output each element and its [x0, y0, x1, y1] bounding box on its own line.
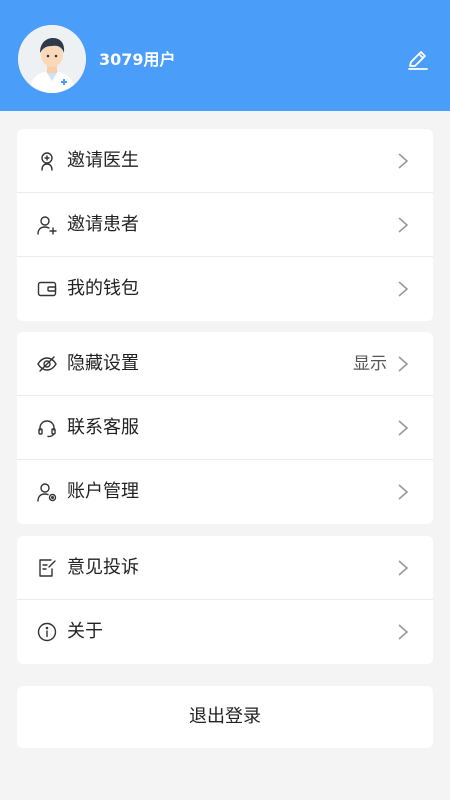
logout-button[interactable]: 退出登录	[17, 686, 433, 748]
menu-item-label: 隐藏设置	[67, 353, 139, 374]
username: 3079用户	[99, 50, 176, 69]
menu-item-label: 账户管理	[67, 481, 139, 502]
info-icon	[37, 622, 57, 642]
user-settings-icon	[37, 483, 57, 502]
feedback-icon	[39, 559, 56, 577]
profile-header: 3079用户	[0, 0, 450, 111]
wallet-icon	[37, 281, 57, 297]
logout-label: 退出登录	[189, 706, 261, 727]
chevron-right-icon	[398, 624, 409, 640]
menu-item-label: 关于	[67, 621, 103, 642]
doctor-icon	[41, 152, 53, 171]
menu-item-account-management[interactable]: 账户管理	[17, 460, 433, 524]
visibility-status: 显示	[353, 354, 387, 374]
avatar[interactable]	[18, 25, 86, 93]
menu-group-2: 隐藏设置 显示 联系客服 账户管理	[17, 332, 433, 524]
menu-group-1: 邀请医生 邀请患者 我的钱包	[17, 129, 433, 321]
menu-group-3: 意见投诉 关于	[17, 536, 433, 664]
doctor-avatar-icon	[18, 25, 86, 93]
chevron-right-icon	[398, 560, 409, 576]
menu-item-label: 意见投诉	[67, 557, 139, 578]
headset-icon	[38, 420, 56, 438]
menu-item-about[interactable]: 关于	[17, 600, 433, 664]
menu-item-label: 我的钱包	[67, 278, 139, 299]
chevron-right-icon	[398, 153, 409, 169]
chevron-right-icon	[398, 356, 409, 372]
chevron-right-icon	[398, 217, 409, 233]
menu-item-label: 邀请患者	[67, 214, 139, 235]
menu-item-label: 邀请医生	[67, 150, 139, 171]
eye-off-icon	[37, 356, 57, 372]
menu-item-contact-support[interactable]: 联系客服	[17, 396, 433, 460]
menu-item-label: 联系客服	[67, 417, 139, 438]
user-plus-icon	[37, 216, 57, 235]
chevron-right-icon	[398, 484, 409, 500]
menu-item-feedback[interactable]: 意见投诉	[17, 536, 433, 600]
menu-item-invite-patient[interactable]: 邀请患者	[17, 193, 433, 257]
chevron-right-icon	[398, 420, 409, 436]
menu-item-invite-doctor[interactable]: 邀请医生	[17, 129, 433, 193]
pencil-icon[interactable]	[406, 48, 430, 72]
chevron-right-icon	[398, 281, 409, 297]
menu-item-hidden-settings[interactable]: 隐藏设置 显示	[17, 332, 433, 396]
menu-item-wallet[interactable]: 我的钱包	[17, 257, 433, 321]
